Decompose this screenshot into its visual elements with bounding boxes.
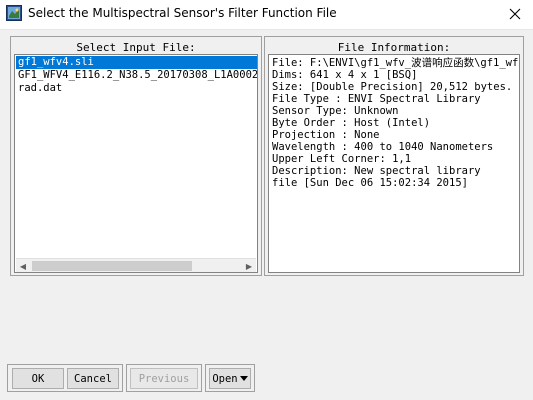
input-file-panel: Select Input File: gf1_wfv4.sli GF1_WFV4… — [10, 36, 262, 276]
input-file-header: Select Input File: — [76, 41, 196, 54]
info-line: Byte Order : Host (Intel) — [272, 117, 431, 129]
close-icon — [509, 8, 521, 20]
open-menu-button[interactable]: Open — [209, 368, 251, 389]
open-button-label: Open — [212, 372, 238, 385]
info-line: Sensor Type: Unknown — [272, 105, 399, 117]
file-info-panel: File Information: File: F:\ENVI\gf1_wfv_… — [264, 36, 524, 276]
horizontal-scrollbar[interactable]: ◀ ▶ — [16, 258, 256, 272]
ok-button[interactable]: OK — [12, 368, 64, 389]
file-list-item[interactable]: GF1_WFV4_E116.2_N38.5_20170308_L1A000222… — [16, 69, 257, 82]
envi-app-icon — [6, 5, 22, 21]
window-title: Select the Multispectral Sensor's Filter… — [28, 6, 337, 20]
cancel-button[interactable]: Cancel — [67, 368, 119, 389]
info-line: Projection : None — [272, 129, 380, 141]
title-bar: Select the Multispectral Sensor's Filter… — [0, 0, 533, 30]
info-line: Size: [Double Precision] 20,512 bytes. — [272, 81, 513, 93]
info-line: Upper Left Corner: 1,1 — [272, 153, 412, 165]
previous-group: Previous — [126, 364, 202, 392]
scroll-right-arrow-icon[interactable]: ▶ — [242, 259, 256, 272]
info-line: File Type : ENVI Spectral Library — [272, 93, 481, 105]
file-list-item[interactable]: gf1_wfv4.sli — [16, 56, 257, 69]
info-line: file [Sun Dec 06 15:02:34 2015] — [272, 177, 468, 189]
dropdown-arrow-icon — [239, 375, 248, 381]
info-line: Description: New spectral library — [272, 165, 481, 177]
close-button[interactable] — [501, 2, 529, 26]
info-line: Dims: 641 x 4 x 1 [BSQ] — [272, 69, 418, 81]
input-file-list[interactable]: gf1_wfv4.sli GF1_WFV4_E116.2_N38.5_20170… — [14, 54, 258, 273]
file-info-header: File Information: — [337, 41, 451, 54]
info-line: Wavelength : 400 to 1040 Nanometers — [272, 141, 494, 153]
scrollbar-thumb[interactable] — [32, 261, 192, 271]
file-list-item[interactable]: rad.dat — [16, 82, 257, 95]
open-group: Open — [205, 364, 255, 392]
previous-button[interactable]: Previous — [130, 368, 198, 389]
file-info-text: File: F:\ENVI\gf1_wfv_波谱响应函数\gf1_wf Dims… — [268, 54, 520, 273]
info-line: File: F:\ENVI\gf1_wfv_波谱响应函数\gf1_wf — [272, 57, 519, 69]
ok-cancel-group: OK Cancel — [7, 364, 123, 392]
scroll-left-arrow-icon[interactable]: ◀ — [16, 259, 30, 272]
